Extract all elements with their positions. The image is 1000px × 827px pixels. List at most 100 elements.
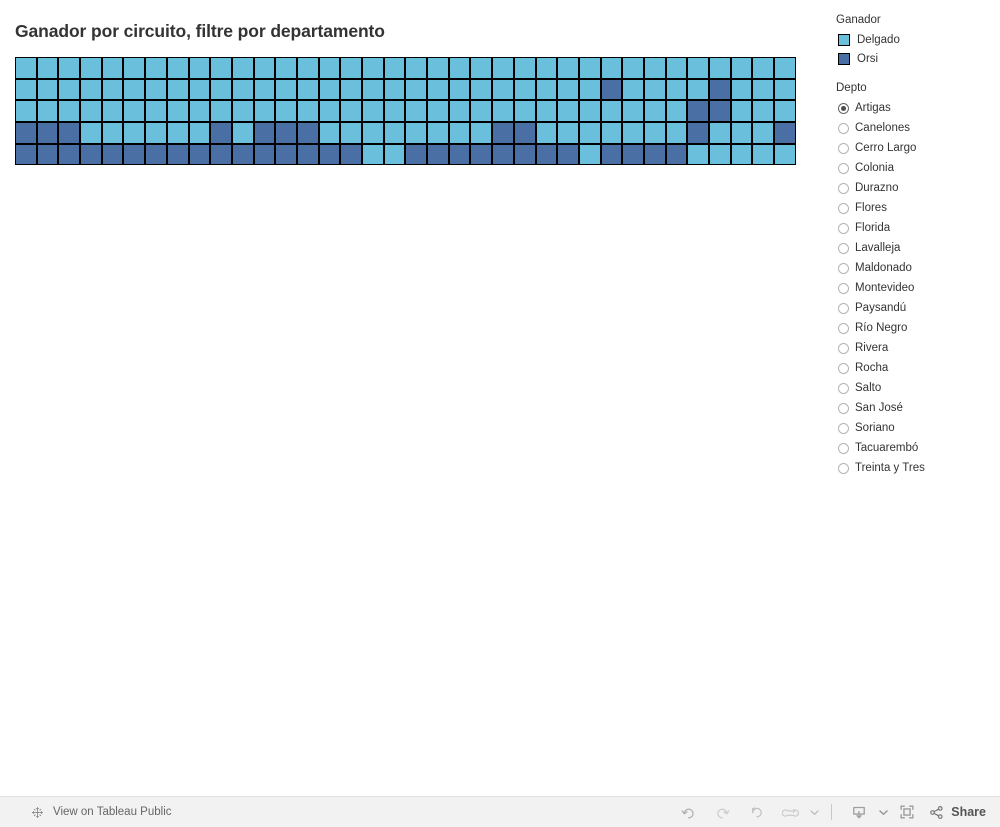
heatmap-cell[interactable] — [80, 57, 102, 79]
heatmap-cell[interactable] — [752, 143, 775, 166]
heatmap-cell[interactable] — [296, 100, 319, 123]
heatmap-cell[interactable] — [448, 78, 471, 101]
heatmap-cell[interactable] — [188, 100, 211, 123]
heatmap-cell[interactable] — [318, 100, 341, 123]
heatmap-cell[interactable] — [427, 78, 449, 101]
heatmap-cell[interactable] — [752, 100, 775, 123]
heatmap-cell[interactable] — [123, 78, 146, 101]
radio-option-tacuaremb[interactable]: Tacuarembó — [828, 438, 1000, 458]
heatmap-cell[interactable] — [600, 78, 623, 101]
heatmap-cell[interactable] — [210, 122, 232, 144]
heatmap-cell[interactable] — [405, 78, 428, 101]
heatmap-cell[interactable] — [687, 143, 709, 166]
heatmap-cell[interactable] — [709, 122, 731, 144]
heatmap-cell[interactable] — [427, 57, 449, 79]
radio-option-rivera[interactable]: Rivera — [828, 338, 1000, 358]
heatmap-cell[interactable] — [427, 122, 449, 144]
heatmap-cell[interactable] — [405, 122, 428, 144]
radio-option-florida[interactable]: Florida — [828, 218, 1000, 238]
heatmap-cell[interactable] — [15, 57, 37, 79]
heatmap-cell[interactable] — [513, 122, 536, 144]
heatmap-cell[interactable] — [318, 143, 341, 166]
heatmap-cell[interactable] — [643, 57, 666, 79]
radio-option-maldonado[interactable]: Maldonado — [828, 258, 1000, 278]
heatmap-cell[interactable] — [578, 143, 601, 166]
heatmap-cell[interactable] — [296, 143, 319, 166]
heatmap-cell[interactable] — [492, 78, 514, 101]
legend-item-delgado[interactable]: Delgado — [828, 30, 1000, 49]
heatmap-cell[interactable] — [210, 143, 232, 166]
heatmap-cell[interactable] — [231, 122, 254, 144]
heatmap-cell[interactable] — [296, 78, 319, 101]
heatmap-cell[interactable] — [383, 78, 406, 101]
radio-option-lavalleja[interactable]: Lavalleja — [828, 238, 1000, 258]
heatmap-cell[interactable] — [210, 78, 232, 101]
heatmap-cell[interactable] — [231, 143, 254, 166]
heatmap-cell[interactable] — [80, 100, 102, 123]
heatmap-cell[interactable] — [318, 57, 341, 79]
heatmap-cell[interactable] — [600, 143, 623, 166]
heatmap-cell[interactable] — [253, 100, 276, 123]
heatmap-cell[interactable] — [752, 122, 775, 144]
heatmap-cell[interactable] — [340, 143, 362, 166]
heatmap-cell[interactable] — [730, 143, 753, 166]
heatmap-cell[interactable] — [210, 57, 232, 79]
heatmap-cell[interactable] — [123, 143, 146, 166]
heatmap-cell[interactable] — [80, 122, 102, 144]
download-button[interactable] — [842, 799, 876, 825]
heatmap-cell[interactable] — [752, 57, 775, 79]
heatmap-cell[interactable] — [470, 78, 493, 101]
heatmap-cell[interactable] — [448, 100, 471, 123]
heatmap-cell[interactable] — [253, 143, 276, 166]
heatmap-cell[interactable] — [557, 100, 579, 123]
heatmap-cell[interactable] — [340, 100, 362, 123]
heatmap-cell[interactable] — [58, 122, 81, 144]
refresh-dropdown[interactable] — [807, 799, 821, 825]
undo-button[interactable] — [671, 799, 705, 825]
heatmap-cell[interactable] — [687, 122, 709, 144]
radio-option-r-o-negro[interactable]: Río Negro — [828, 318, 1000, 338]
heatmap-cell[interactable] — [448, 57, 471, 79]
heatmap-cell[interactable] — [535, 78, 558, 101]
heatmap-cell[interactable] — [15, 100, 37, 123]
radio-option-treinta-y-tres[interactable]: Treinta y Tres — [828, 458, 1000, 478]
heatmap-cell[interactable] — [557, 122, 579, 144]
heatmap-cell[interactable] — [470, 143, 493, 166]
heatmap-cell[interactable] — [58, 143, 81, 166]
heatmap-cell[interactable] — [58, 78, 81, 101]
heatmap-cell[interactable] — [123, 57, 146, 79]
radio-option-canelones[interactable]: Canelones — [828, 118, 1000, 138]
circuit-heatmap-grid[interactable] — [15, 57, 807, 166]
heatmap-cell[interactable] — [145, 122, 167, 144]
heatmap-cell[interactable] — [578, 57, 601, 79]
heatmap-cell[interactable] — [145, 57, 167, 79]
heatmap-cell[interactable] — [709, 100, 731, 123]
heatmap-cell[interactable] — [145, 78, 167, 101]
heatmap-cell[interactable] — [101, 57, 124, 79]
heatmap-cell[interactable] — [362, 143, 384, 166]
heatmap-cell[interactable] — [362, 100, 384, 123]
heatmap-cell[interactable] — [275, 57, 297, 79]
heatmap-cell[interactable] — [383, 122, 406, 144]
heatmap-cell[interactable] — [709, 143, 731, 166]
heatmap-cell[interactable] — [643, 78, 666, 101]
heatmap-cell[interactable] — [383, 100, 406, 123]
heatmap-cell[interactable] — [405, 100, 428, 123]
heatmap-cell[interactable] — [166, 100, 189, 123]
heatmap-cell[interactable] — [578, 78, 601, 101]
heatmap-cell[interactable] — [101, 78, 124, 101]
heatmap-cell[interactable] — [730, 122, 753, 144]
heatmap-cell[interactable] — [101, 100, 124, 123]
heatmap-cell[interactable] — [709, 57, 731, 79]
heatmap-cell[interactable] — [600, 57, 623, 79]
radio-option-san-jos[interactable]: San José — [828, 398, 1000, 418]
radio-option-flores[interactable]: Flores — [828, 198, 1000, 218]
legend-item-orsi[interactable]: Orsi — [828, 49, 1000, 68]
heatmap-cell[interactable] — [231, 100, 254, 123]
heatmap-cell[interactable] — [557, 78, 579, 101]
heatmap-cell[interactable] — [275, 78, 297, 101]
heatmap-cell[interactable] — [513, 57, 536, 79]
heatmap-cell[interactable] — [15, 122, 37, 144]
heatmap-cell[interactable] — [123, 122, 146, 144]
revert-button[interactable] — [739, 799, 773, 825]
